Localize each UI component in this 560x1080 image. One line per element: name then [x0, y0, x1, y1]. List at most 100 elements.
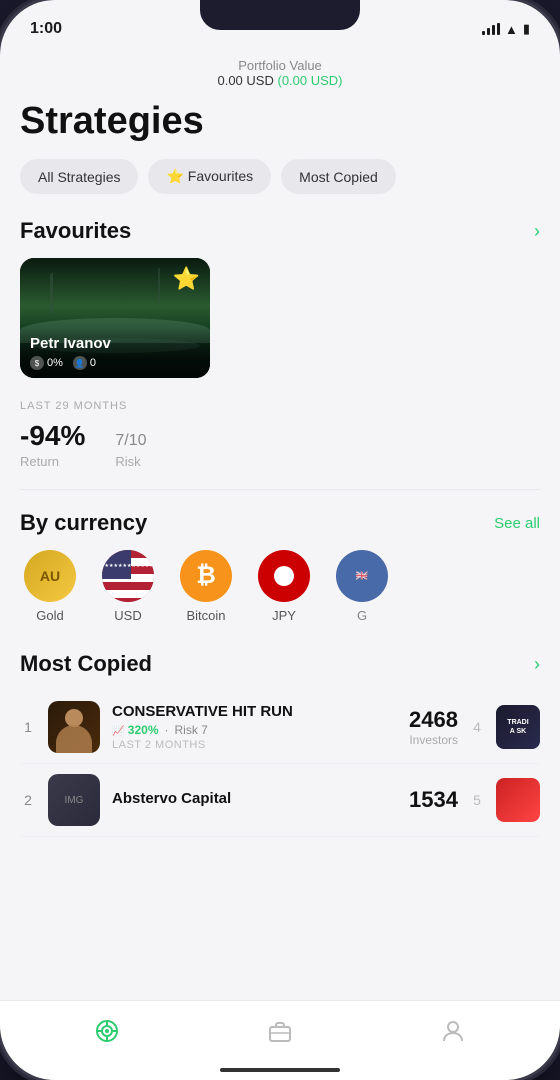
- jpy-label: JPY: [272, 608, 296, 623]
- favourites-arrow[interactable]: ›: [534, 221, 540, 242]
- favourites-title: Favourites: [20, 218, 131, 244]
- portfolio-change: (0.00 USD): [277, 73, 342, 88]
- card-stats: $ 0% 👤 0: [30, 356, 200, 370]
- card-content: Petr Ivanov $ 0% 👤 0: [20, 327, 210, 378]
- favourite-star-icon: ⭐: [173, 266, 200, 292]
- target-icon: [94, 1018, 120, 1044]
- investors-label-1: Investors: [409, 733, 458, 747]
- jpy-icon: [258, 550, 310, 602]
- signal-bars-icon: [482, 23, 500, 35]
- avatar-2: IMG: [48, 774, 100, 826]
- card-profit-stat: $ 0%: [30, 356, 63, 370]
- portfolio-label: Portfolio Value: [20, 58, 540, 73]
- person-icon: [440, 1018, 466, 1044]
- signal-bar-3: [492, 25, 495, 35]
- dollar-icon: $: [30, 356, 44, 370]
- card-trader-name: Petr Ivanov: [30, 335, 200, 352]
- risk-value: 7/10: [115, 420, 146, 452]
- return-value: -94%: [20, 420, 85, 452]
- strategy-sub-1: 📈 320% · Risk 7: [112, 723, 397, 737]
- currency-title: By currency: [20, 510, 147, 536]
- usd-flag-icon: ★★★★★★★★★★★★★★★★★★★★★★★★★★★★★★★★★★★★★★★★…: [102, 550, 154, 602]
- trend-graphic-2: [496, 778, 540, 822]
- rank-2: 2: [20, 792, 36, 808]
- nav-profile[interactable]: [439, 1017, 467, 1045]
- phone-screen: 1:00 ▲ ▮ Portfolio Value 0.00 USD: [0, 0, 560, 1080]
- most-copied-arrow[interactable]: ›: [534, 654, 540, 675]
- rank-right-1: 4: [470, 719, 484, 735]
- gbp-icon: 🇬🇧: [336, 550, 388, 602]
- wifi-icon: ▲: [505, 22, 518, 37]
- rank-1: 1: [20, 719, 36, 735]
- currency-item-gbp[interactable]: 🇬🇧 G: [332, 550, 392, 623]
- profile-nav-icon: [439, 1017, 467, 1045]
- status-icons: ▲ ▮: [482, 21, 530, 37]
- copied-info-1: CONSERVATIVE HIT RUN 📈 320% · Risk 7 LAS…: [112, 703, 397, 751]
- page-title: Strategies: [20, 100, 540, 143]
- signal-bar-4: [497, 23, 500, 35]
- currency-item-gold[interactable]: AU Gold: [20, 550, 80, 623]
- portfolio-header: Portfolio Value 0.00 USD (0.00 USD): [0, 50, 560, 100]
- most-copied-title: Most Copied: [20, 651, 152, 677]
- portfolio-value: 0.00 USD (0.00 USD): [20, 73, 540, 88]
- performance-section: LAST 29 MONTHS -94% Return 7/10 Risk: [20, 388, 540, 490]
- main-content: Strategies All Strategies ⭐ Favourites M…: [0, 100, 560, 837]
- nav-strategies[interactable]: [93, 1017, 121, 1045]
- strategies-nav-icon: [93, 1017, 121, 1045]
- home-indicator: [220, 1068, 340, 1072]
- signal-bar-1: [482, 31, 485, 35]
- currency-item-usd[interactable]: ★★★★★★★★★★★★★★★★★★★★★★★★★★★★★★★★★★★★★★★★…: [98, 550, 158, 623]
- investors-count-1: 2468: [409, 707, 458, 733]
- briefcase-icon: [267, 1018, 293, 1044]
- return-label: Return: [20, 454, 85, 469]
- most-copied-section: Most Copied › 1: [20, 651, 540, 837]
- gold-icon: AU: [24, 550, 76, 602]
- copied-item-1[interactable]: 1 CONSERVATIVE HIT RUN: [20, 691, 540, 764]
- tab-favourites[interactable]: ⭐ Favourites: [148, 159, 271, 194]
- duration-label: LAST 29 MONTHS: [20, 400, 540, 412]
- risk-label: Risk: [115, 454, 146, 469]
- rank-right-2: 5: [470, 792, 484, 808]
- gbp-label: G: [357, 608, 367, 623]
- strategy-name-1: CONSERVATIVE HIT RUN: [112, 703, 397, 720]
- investors-2: 1534: [409, 787, 458, 813]
- phone-frame: 1:00 ▲ ▮ Portfolio Value 0.00 USD: [0, 0, 560, 1080]
- most-copied-header: Most Copied ›: [20, 651, 540, 677]
- currency-item-jpy[interactable]: JPY: [254, 550, 314, 623]
- btc-icon: ₿: [180, 550, 232, 602]
- btc-label: Bitcoin: [186, 608, 225, 623]
- copied-item-2[interactable]: 2 IMG Abstervo Capital 1534 5: [20, 764, 540, 837]
- signal-bar-2: [487, 28, 490, 35]
- status-time: 1:00: [30, 20, 62, 38]
- notch: [200, 0, 360, 30]
- trend-card-2: [496, 778, 540, 822]
- trend-graphic-1: TRADIA SK: [496, 705, 540, 749]
- duration-1: LAST 2 MONTHS: [112, 739, 397, 751]
- currency-section-header: By currency See all: [20, 510, 540, 536]
- currency-items: AU Gold: [20, 550, 540, 627]
- card-followers-stat: 👤 0: [73, 356, 96, 370]
- usd-label: USD: [114, 608, 141, 623]
- strategy-name-2: Abstervo Capital: [112, 790, 397, 807]
- return-badge-1: 📈 320%: [112, 723, 159, 737]
- return-stat: -94% Return: [20, 420, 85, 469]
- tab-all-strategies[interactable]: All Strategies: [20, 159, 138, 194]
- currency-see-all[interactable]: See all: [494, 515, 540, 532]
- gold-label: Gold: [36, 608, 63, 623]
- filter-tabs: All Strategies ⭐ Favourites Most Copied: [20, 159, 540, 194]
- nav-portfolio[interactable]: [266, 1017, 294, 1045]
- favourites-section-header: Favourites ›: [20, 218, 540, 244]
- jpy-circle-icon: [274, 566, 294, 586]
- scroll-content[interactable]: Portfolio Value 0.00 USD (0.00 USD) Stra…: [0, 50, 560, 1010]
- perf-row: -94% Return 7/10 Risk: [20, 420, 540, 469]
- currency-section: By currency See all AU Gold: [20, 510, 540, 627]
- currency-item-btc[interactable]: ₿ Bitcoin: [176, 550, 236, 623]
- portfolio-nav-icon: [266, 1017, 294, 1045]
- trend-card-1: TRADIA SK: [496, 705, 540, 749]
- tab-most-copied[interactable]: Most Copied: [281, 159, 396, 194]
- favourites-card[interactable]: ⭐ Petr Ivanov $ 0% 👤 0: [20, 258, 210, 378]
- investors-1: 2468 Investors: [409, 707, 458, 747]
- investors-count-2: 1534: [409, 787, 458, 813]
- person-icon: 👤: [73, 356, 87, 370]
- battery-icon: ▮: [523, 21, 530, 37]
